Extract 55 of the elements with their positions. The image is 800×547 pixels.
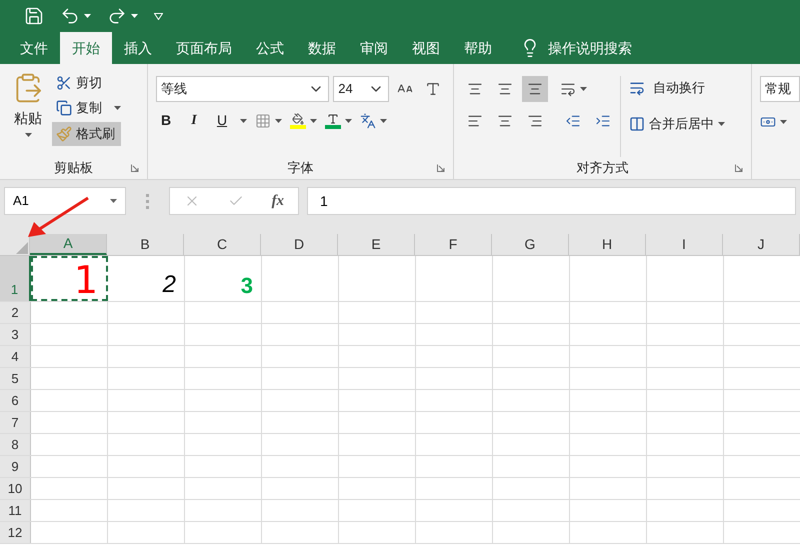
underline-button[interactable]: U xyxy=(212,110,232,131)
ribbon-tab[interactable]: 公式 xyxy=(244,32,296,64)
formula-input[interactable]: 1 xyxy=(307,187,796,215)
row-header[interactable]: 12 xyxy=(0,522,31,543)
column-header[interactable]: I xyxy=(646,234,723,255)
column-header[interactable]: B xyxy=(107,234,184,255)
ribbon-tab[interactable]: 帮助 xyxy=(452,32,504,64)
row-header[interactable]: 2 xyxy=(0,302,31,323)
column-header[interactable]: A xyxy=(30,234,107,255)
italic-button[interactable]: I xyxy=(184,110,204,131)
row-header[interactable]: 8 xyxy=(0,434,31,455)
column-header[interactable]: D xyxy=(261,234,338,255)
group-label: 字体 xyxy=(288,159,314,178)
font-name-field[interactable]: 等线 xyxy=(156,76,330,102)
column-header[interactable]: G xyxy=(492,234,569,255)
ribbon-tab[interactable]: 数据 xyxy=(296,32,348,64)
cell-value: 1 xyxy=(74,261,98,299)
column-header[interactable]: E xyxy=(338,234,415,255)
row-header[interactable]: 1 xyxy=(0,256,31,301)
row-header[interactable]: 11 xyxy=(0,500,31,521)
row-header[interactable]: 10 xyxy=(0,478,31,499)
row-header[interactable]: 3 xyxy=(0,324,31,345)
ribbon-tab[interactable]: 页面布局 xyxy=(164,32,244,64)
row-header[interactable]: 9 xyxy=(0,456,31,477)
cell-value: 2 xyxy=(162,273,176,297)
row-header[interactable]: 4 xyxy=(0,346,31,367)
cell[interactable]: 1 xyxy=(31,256,108,301)
cell[interactable]: 2 xyxy=(108,256,185,301)
tell-me-search[interactable]: 操作说明搜索 xyxy=(548,38,632,58)
bold-button[interactable]: B xyxy=(156,110,176,131)
name-box[interactable]: A1 xyxy=(4,187,126,215)
format-painter-button[interactable]: 格式刷 xyxy=(52,122,121,146)
group-label: 对齐方式 xyxy=(576,159,628,178)
row-header[interactable]: 7 xyxy=(0,412,31,433)
ribbon-tab[interactable]: 插入 xyxy=(112,32,164,64)
ribbon-tab[interactable]: 开始 xyxy=(60,32,112,64)
font-size-field[interactable]: 24 xyxy=(333,76,389,102)
group-label: 剪贴板 xyxy=(54,159,93,178)
column-header[interactable]: C xyxy=(184,234,261,255)
row-header[interactable]: 6 xyxy=(0,390,31,411)
paste-button[interactable]: 粘贴 xyxy=(8,72,48,157)
ribbon-tab[interactable]: 文件 xyxy=(8,32,60,64)
number-format-field[interactable]: 常规 xyxy=(760,76,800,102)
column-header[interactable]: F xyxy=(415,234,492,255)
row-header[interactable]: 5 xyxy=(0,368,31,389)
copy-button[interactable]: 复制 xyxy=(52,97,106,119)
insert-function-button[interactable]: fx xyxy=(272,190,284,212)
ribbon-tab[interactable]: 审阅 xyxy=(348,32,400,64)
column-header[interactable]: H xyxy=(569,234,646,255)
wrap-text-button[interactable]: 自动换行 xyxy=(629,76,725,100)
ribbon-tab[interactable]: 视图 xyxy=(400,32,452,64)
column-header[interactable]: J xyxy=(723,234,800,255)
cut-button[interactable]: 剪切 xyxy=(52,72,121,94)
cell-value: 3 xyxy=(240,275,253,297)
merge-center-button[interactable]: 合并后居中 xyxy=(629,112,714,136)
